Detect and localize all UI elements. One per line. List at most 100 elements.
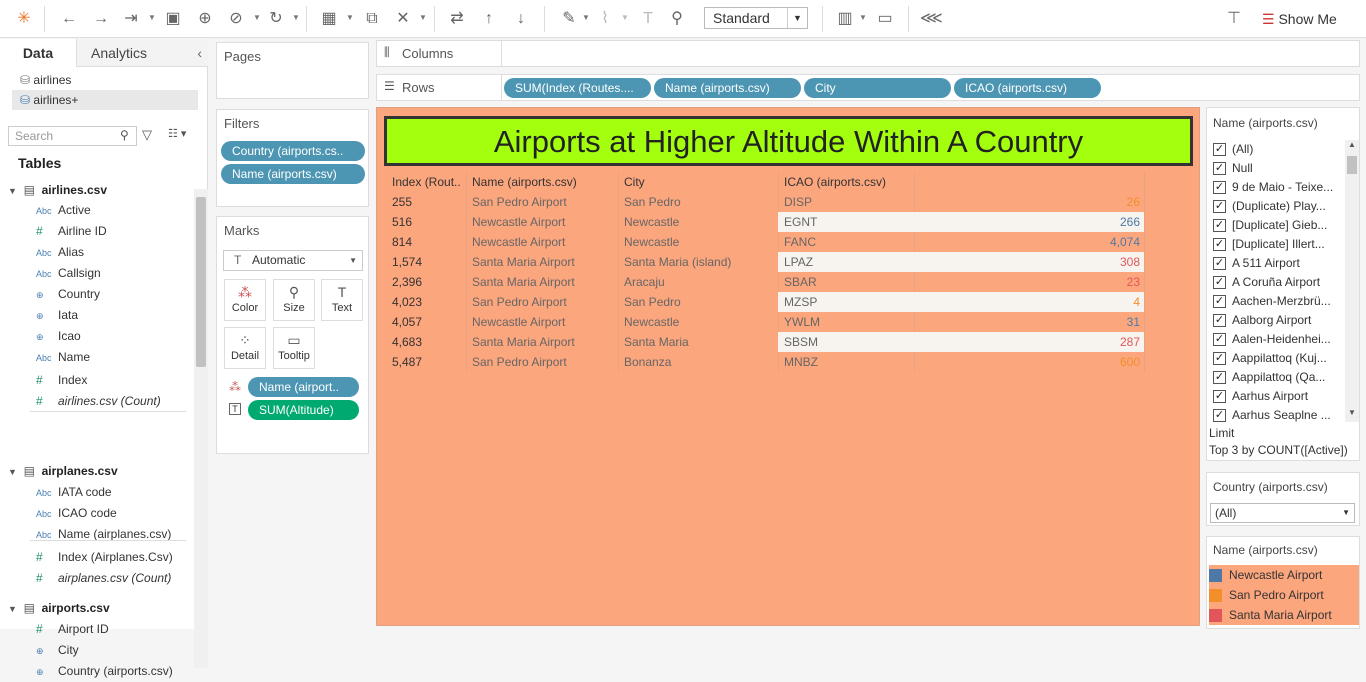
rows-pill-name[interactable]: Name (airports.csv) xyxy=(654,78,801,98)
legend-item[interactable]: Santa Maria Airport xyxy=(1209,605,1359,625)
share-icon[interactable]: ⋘ xyxy=(920,8,943,30)
field-item[interactable]: ⊕ Country xyxy=(36,284,100,304)
datasource-airlines[interactable]: ⛁ airlines xyxy=(20,70,71,90)
show-cards-icon[interactable]: ▥ xyxy=(834,8,856,30)
header-city[interactable]: City xyxy=(624,170,645,194)
header-index[interactable]: Index (Rout.. xyxy=(392,170,461,194)
pin-icon[interactable]: ⚲ xyxy=(666,8,688,30)
duplicate-sheet-icon[interactable]: ⧉ xyxy=(361,8,383,30)
field-item[interactable]: Abc IATA code xyxy=(36,482,112,502)
sort-descending-icon[interactable]: ↓ xyxy=(510,8,532,30)
field-item[interactable]: Abc Name xyxy=(36,347,90,367)
marks-pill-name[interactable]: Name (airport.. xyxy=(248,377,359,397)
field-item[interactable]: ⊕ Iata xyxy=(36,305,78,325)
presentation-mode-icon[interactable]: ▭ xyxy=(874,8,896,30)
filter-checkbox[interactable]: ✓ Aarhus Airport xyxy=(1213,387,1341,406)
filter-icon[interactable]: ▽ xyxy=(142,127,152,143)
pause-updates-icon[interactable]: ⊘ xyxy=(225,8,247,30)
field-item[interactable]: Abc Callsign xyxy=(36,263,101,283)
group-icon[interactable]: ⌇ xyxy=(594,8,616,30)
table-row[interactable]: 814 Newcastle Airport Newcastle FANC 4,074 xyxy=(386,232,1144,252)
tab-data[interactable]: Data xyxy=(0,39,76,67)
table-row[interactable]: 2,396 Santa Maria Airport Aracaju SBAR 23 xyxy=(386,272,1144,292)
color-button[interactable]: ⁂ Color xyxy=(224,279,266,321)
rows-shelf[interactable]: ☰ Rows SUM(Index (Routes.... Name (airpo… xyxy=(376,74,1360,101)
filter-checkbox[interactable]: ✓ A Coruña Airport xyxy=(1213,273,1341,292)
filter-checkbox[interactable]: ✓ [Duplicate] Gieb... xyxy=(1213,216,1341,235)
table-airlines-csv[interactable]: ▼ ▤ airlines.csv xyxy=(8,180,107,200)
country-filter-select[interactable]: (All) ▼ xyxy=(1210,503,1355,523)
legend-item[interactable]: San Pedro Airport xyxy=(1209,585,1359,605)
field-item[interactable]: # Airline ID xyxy=(36,221,107,241)
text-button[interactable]: T Text xyxy=(321,279,363,321)
collapse-icon[interactable]: ‹ xyxy=(197,39,202,67)
datasource-airlines-plus[interactable]: ⛁ airlines+ xyxy=(12,90,198,110)
filter-checkbox[interactable]: ✓ (All) xyxy=(1213,140,1341,159)
swap-icon[interactable]: ⇄ xyxy=(446,8,468,30)
marks-pill-altitude[interactable]: SUM(Altitude) xyxy=(248,400,359,420)
rows-pill-index[interactable]: SUM(Index (Routes.... xyxy=(504,78,651,98)
scrollbar[interactable]: ▲ ▼ xyxy=(1345,140,1359,422)
filter-checkbox[interactable]: ✓ [Duplicate] Illert... xyxy=(1213,235,1341,254)
filter-checkbox[interactable]: ✓ Aalen-Heidenhei... xyxy=(1213,330,1341,349)
view-options-icon[interactable]: ☷ ▾ xyxy=(168,127,186,140)
columns-shelf[interactable]: ⫼ Columns xyxy=(376,40,1360,67)
filters-shelf[interactable]: Filters Country (airports.cs.. Name (air… xyxy=(216,109,369,207)
filter-checkbox[interactable]: ✓ (Duplicate) Play... xyxy=(1213,197,1341,216)
undo-icon[interactable]: ← xyxy=(58,8,80,30)
table-row[interactable]: 516 Newcastle Airport Newcastle EGNT 266 xyxy=(386,212,1144,232)
labels-icon[interactable]: T xyxy=(637,8,659,30)
sort-ascending-icon[interactable]: ↑ xyxy=(478,8,500,30)
field-item[interactable]: ⊕ City xyxy=(36,640,79,660)
header-name[interactable]: Name (airports.csv) xyxy=(472,170,577,194)
field-item[interactable]: Abc Active xyxy=(36,200,91,220)
view-size-select[interactable]: Standard ▼ xyxy=(704,7,808,29)
filter-pill-country[interactable]: Country (airports.cs.. xyxy=(221,141,365,161)
filter-checkbox[interactable]: ✓ 9 de Maio - Teixe... xyxy=(1213,178,1341,197)
field-item[interactable]: # airplanes.csv (Count) xyxy=(36,568,171,588)
clear-sheet-icon[interactable]: ✕ xyxy=(392,8,414,30)
detail-button[interactable]: ⁘ Detail xyxy=(224,327,266,369)
filter-checkbox[interactable]: ✓ Aappilattoq (Kuj... xyxy=(1213,349,1341,368)
field-item[interactable]: Abc Name (airplanes.csv) xyxy=(36,524,171,544)
table-row[interactable]: 255 San Pedro Airport San Pedro DISP 26 xyxy=(386,192,1144,212)
rows-pill-city[interactable]: City xyxy=(804,78,951,98)
show-me-button[interactable]: ☰ Show Me xyxy=(1262,8,1337,30)
legend-item[interactable]: Newcastle Airport xyxy=(1209,565,1359,585)
format-painter-icon[interactable]: ⊤ xyxy=(1223,8,1245,30)
field-item[interactable]: ⊕ Country (airports.csv) xyxy=(36,661,173,681)
filter-checkbox[interactable]: ✓ Null xyxy=(1213,159,1341,178)
save-icon[interactable]: ▣ xyxy=(162,8,184,30)
new-worksheet-icon[interactable]: ▦ xyxy=(318,8,340,30)
tab-analytics[interactable]: Analytics ‹ xyxy=(76,39,208,67)
redo-icon[interactable]: → xyxy=(90,8,112,30)
field-item[interactable]: Abc Alias xyxy=(36,242,84,262)
field-item[interactable]: # Index xyxy=(36,370,87,390)
table-row[interactable]: 4,683 Santa Maria Airport Santa Maria SBSM 2… xyxy=(386,332,1144,352)
tableau-logo-icon[interactable]: ✳ xyxy=(13,8,35,30)
filter-checkbox[interactable]: ✓ Aalborg Airport xyxy=(1213,311,1341,330)
field-item[interactable]: # Index (Airplanes.Csv) xyxy=(36,547,173,567)
header-icao[interactable]: ICAO (airports.csv) xyxy=(784,170,886,194)
field-item[interactable]: Abc ICAO code xyxy=(36,503,117,523)
filter-pill-name[interactable]: Name (airports.csv) xyxy=(221,164,365,184)
highlight-icon[interactable]: ✎ xyxy=(558,8,580,30)
table-row[interactable]: 5,487 San Pedro Airport Bonanza MNBZ 600 xyxy=(386,352,1144,372)
filter-checkbox[interactable]: ✓ Aappilattoq (Qa... xyxy=(1213,368,1341,387)
field-item[interactable]: ⊕ Icao xyxy=(36,326,81,346)
replay-icon[interactable]: ⇥ xyxy=(120,8,142,30)
table-airports-csv[interactable]: ▼ ▤ airports.csv xyxy=(8,598,110,618)
table-airplanes-csv[interactable]: ▼ ▤ airplanes.csv xyxy=(8,461,118,481)
tooltip-button[interactable]: ▭ Tooltip xyxy=(273,327,315,369)
refresh-icon[interactable]: ↻ xyxy=(265,8,287,30)
scrollbar[interactable] xyxy=(194,189,208,668)
rows-pill-icao[interactable]: ICAO (airports.csv) xyxy=(954,78,1101,98)
field-item[interactable]: # airlines.csv (Count) xyxy=(36,391,161,411)
table-row[interactable]: 4,023 San Pedro Airport San Pedro MZSP 4 xyxy=(386,292,1144,312)
field-item[interactable]: # Airport ID xyxy=(36,619,109,639)
table-row[interactable]: 1,574 Santa Maria Airport Santa Maria (isl… xyxy=(386,252,1144,272)
mark-type-select[interactable]: T Automatic ▼ xyxy=(223,250,363,271)
filter-checkbox[interactable]: ✓ A 511 Airport xyxy=(1213,254,1341,273)
filter-checkbox[interactable]: ✓ Aarhus Seaplne ... xyxy=(1213,406,1341,425)
table-row[interactable]: 4,057 Newcastle Airport Newcastle YWLM 31 xyxy=(386,312,1144,332)
